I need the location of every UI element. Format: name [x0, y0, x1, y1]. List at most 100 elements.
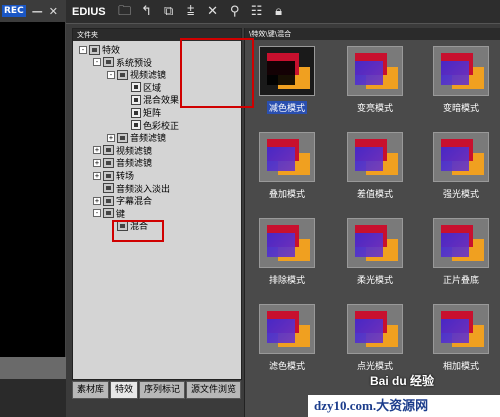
- collapse-icon[interactable]: -: [79, 45, 87, 54]
- tree-item[interactable]: - 系统预设: [93, 56, 152, 69]
- tree-item[interactable]: - 视频滤镜: [107, 68, 166, 81]
- preview-scrollbar[interactable]: [0, 357, 66, 379]
- expand-icon[interactable]: +: [93, 146, 101, 155]
- toolbar: EDIUS 🗀 ↰ ⧉ ⩲ ✕ ⚲ ☷ 🔒︎: [66, 0, 500, 24]
- up-icon[interactable]: ↰: [140, 5, 154, 18]
- expand-icon[interactable]: +: [93, 171, 101, 180]
- tree-item[interactable]: 区域: [121, 81, 161, 94]
- folder-icon: [103, 170, 114, 181]
- effect-item[interactable]: 相加模式: [423, 300, 499, 378]
- effect-label: 排除模式: [268, 276, 305, 286]
- folder-icon[interactable]: 🗀: [118, 5, 132, 18]
- delete-icon[interactable]: ✕: [206, 5, 220, 18]
- filter-icon: [131, 94, 141, 105]
- tab-sequence-markers[interactable]: 序列标记: [139, 381, 186, 399]
- folder-icon: [103, 208, 114, 219]
- effect-label: 正片叠底: [442, 276, 479, 286]
- tree-item[interactable]: 矩阵: [121, 106, 161, 119]
- filter-icon: [131, 82, 141, 93]
- highlight-mix-folder: [112, 220, 164, 242]
- search-icon[interactable]: ⚲: [228, 5, 242, 18]
- folder-icon: [103, 195, 114, 206]
- effect-label: 叠加模式: [268, 190, 305, 200]
- tree-item-label: 音频滤镜: [130, 134, 167, 145]
- effect-thumbnail: [259, 46, 315, 96]
- thumbnail-swatch: [267, 319, 295, 343]
- effect-label: 点光模式: [356, 362, 393, 372]
- expand-icon[interactable]: +: [93, 158, 101, 167]
- tree-item[interactable]: + 音频滤镜: [107, 131, 166, 144]
- effect-label: 差值模式: [356, 190, 393, 200]
- folder-icon: [103, 157, 114, 168]
- close-button[interactable]: ✕: [49, 6, 58, 17]
- folder-icon: [117, 132, 128, 143]
- tab-bin[interactable]: 素材库: [72, 381, 110, 399]
- tab-source-browser[interactable]: 源文件浏览: [186, 381, 242, 399]
- effect-label: 减色模式: [266, 101, 307, 114]
- effect-label: 变暗模式: [442, 104, 479, 114]
- expand-icon[interactable]: +: [107, 133, 115, 142]
- effect-label: 滤色模式: [268, 362, 305, 372]
- thumbnail-swatch: [267, 233, 295, 257]
- thumbnail-swatch: [441, 233, 469, 257]
- collapse-icon[interactable]: -: [93, 209, 101, 218]
- tree-item-label: 区域: [143, 83, 162, 94]
- thumbnail-swatch: [355, 319, 383, 343]
- tree-item[interactable]: 色彩校正: [121, 119, 179, 132]
- thumbnail-swatch: [355, 147, 383, 171]
- tree-item[interactable]: -键: [93, 207, 125, 220]
- effect-item[interactable]: 减色模式: [249, 42, 325, 120]
- tree-item[interactable]: 混合效果: [121, 93, 179, 106]
- tree-item[interactable]: + 视频滤镜: [93, 144, 152, 157]
- tree-item-label: 混合效果: [143, 96, 180, 107]
- effect-thumbnail: [433, 46, 489, 96]
- effect-item[interactable]: 正片叠底: [423, 214, 499, 292]
- minimize-button[interactable]: —: [32, 6, 43, 17]
- effect-item[interactable]: 叠加模式: [249, 128, 325, 206]
- effect-label: 变亮模式: [356, 104, 393, 114]
- effects-grid-panel: \特效\键\混合 减色模式 变亮模式 变暗模式 叠加模式 差值模式 强光模式 排除模式 柔光模…: [244, 28, 500, 417]
- effect-item[interactable]: 柔光模式: [337, 214, 413, 292]
- effect-item[interactable]: 点光模式: [337, 300, 413, 378]
- collapse-icon[interactable]: -: [93, 58, 101, 67]
- tree-item[interactable]: + 转场: [93, 169, 134, 182]
- effect-item[interactable]: 滤色模式: [249, 300, 325, 378]
- effect-label: 柔光模式: [356, 276, 393, 286]
- collapse-icon[interactable]: -: [107, 70, 115, 79]
- effect-thumbnail: [259, 132, 315, 182]
- arrange-icon[interactable]: ⩲: [184, 5, 198, 18]
- effect-item[interactable]: 强光模式: [423, 128, 499, 206]
- tree-item-label: 转场: [116, 172, 135, 182]
- effect-item[interactable]: 变亮模式: [337, 42, 413, 120]
- effect-item[interactable]: 差值模式: [337, 128, 413, 206]
- copy-icon[interactable]: ⧉: [162, 5, 176, 18]
- preview-panel: REC — ✕: [0, 0, 66, 417]
- tree-item[interactable]: - 特效: [79, 43, 120, 56]
- lock-icon[interactable]: 🔒︎: [272, 5, 286, 18]
- edius-effects-window: EDIUS 🗀 ↰ ⧉ ⩲ ✕ ⚲ ☷ 🔒︎ 文件夹 - 特效 - 系统预设 - 视频滤镜…: [66, 0, 500, 417]
- tree-item[interactable]: + 字幕混合: [93, 194, 152, 207]
- tree-item-label: 音频滤镜: [116, 159, 153, 170]
- tab-effects[interactable]: 特效: [110, 381, 139, 399]
- thumbnail-swatch: [441, 319, 469, 343]
- tree-item[interactable]: + 音频滤镜: [93, 156, 152, 169]
- folder-icon: [103, 57, 114, 68]
- watermark-logo: Bai du 经验: [370, 374, 435, 388]
- tree-item-label: 视频滤镜: [130, 71, 167, 82]
- view-icon[interactable]: ☷: [250, 5, 264, 18]
- thumbnail-swatch: [355, 233, 383, 257]
- tree-item[interactable]: 音频淡入淡出: [93, 182, 170, 195]
- effect-thumbnail: [259, 304, 315, 354]
- expand-icon[interactable]: +: [93, 196, 101, 205]
- effect-thumbnail: [433, 304, 489, 354]
- thumbnail-swatch: [441, 61, 469, 85]
- tree-item-label: 系统预设: [116, 58, 153, 69]
- effect-item[interactable]: 变暗模式: [423, 42, 499, 120]
- effect-thumbnail: [347, 46, 403, 96]
- effect-thumbnail: [347, 132, 403, 182]
- thumbnail-swatch: [267, 147, 295, 171]
- effect-item[interactable]: 排除模式: [249, 214, 325, 292]
- tree-item-label: 音频淡入淡出: [116, 184, 171, 195]
- effect-thumbnail: [433, 132, 489, 182]
- thumbnail-swatch: [355, 61, 383, 85]
